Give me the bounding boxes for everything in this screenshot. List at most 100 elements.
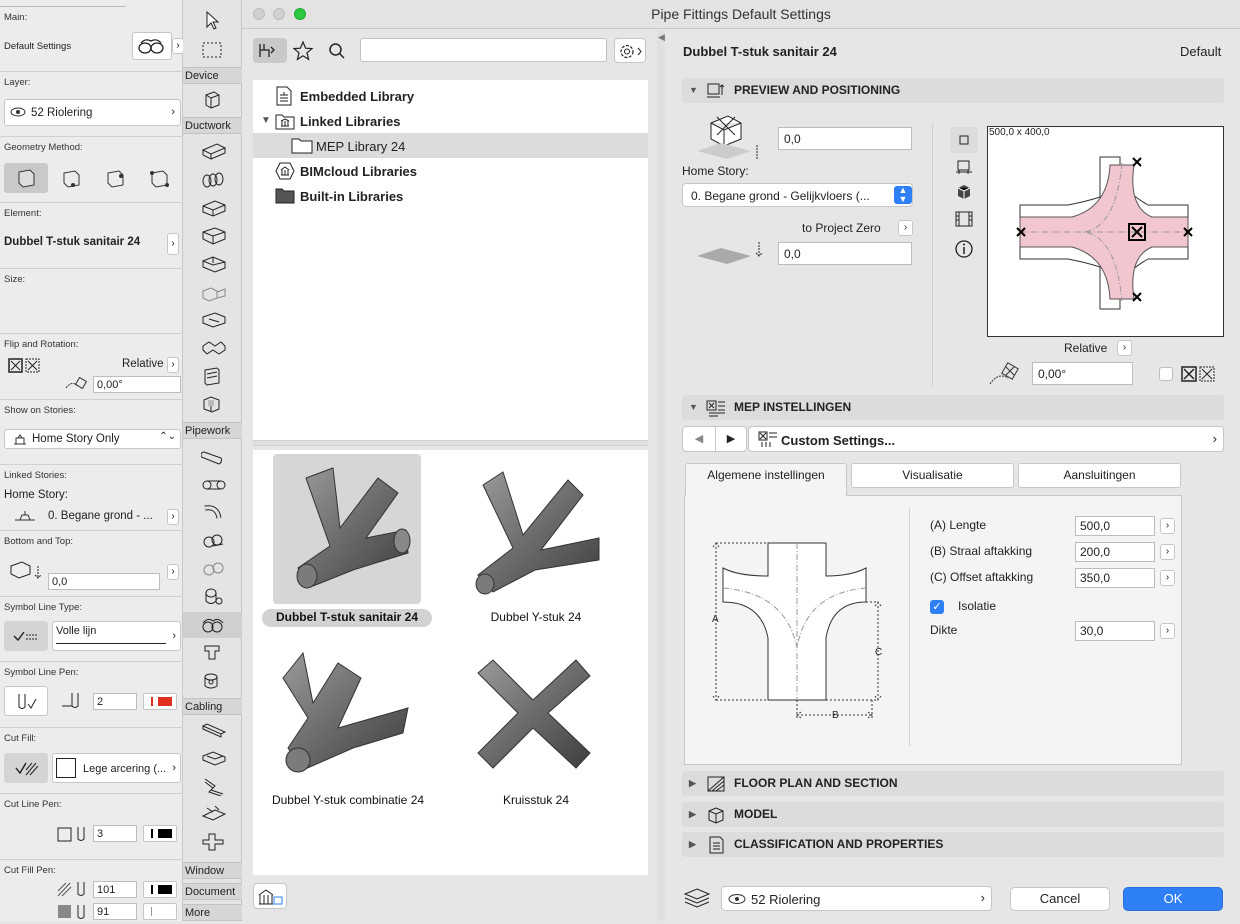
- geometry-method-1-button[interactable]: [4, 163, 48, 193]
- duct-fitting-icon[interactable]: [201, 394, 223, 414]
- param-chevron-offset[interactable]: ›: [1160, 570, 1175, 586]
- duct-flow-icon[interactable]: [201, 366, 223, 386]
- mirror-checkbox[interactable]: [1159, 367, 1173, 381]
- angle-field[interactable]: 0,00°: [1032, 362, 1133, 385]
- pen-color-swatch[interactable]: [143, 693, 177, 710]
- cut-fill-selector[interactable]: Lege arcering (... ›: [52, 753, 181, 783]
- cut-fill-pen-swatch[interactable]: [143, 881, 177, 898]
- section-preview-positioning[interactable]: ▼ PREVIEW AND POSITIONING: [682, 78, 1224, 103]
- bottom-top-chevron[interactable]: ›: [167, 564, 179, 580]
- tree-item-bimcloud-libraries[interactable]: BIMcloud Libraries: [253, 158, 648, 183]
- cut-fill-toggle[interactable]: [4, 753, 48, 783]
- bottom-elevation-field[interactable]: 0,0: [48, 573, 160, 590]
- geometry-method-2-button[interactable]: [60, 167, 84, 191]
- library-search-input[interactable]: [360, 38, 607, 62]
- toolbox-group-window[interactable]: Window: [183, 862, 242, 879]
- thumbnail-dubbel-y-stuk-combinatie[interactable]: [273, 648, 423, 788]
- cable-transition-icon[interactable]: [201, 776, 224, 797]
- duct-takeoff-icon[interactable]: [201, 283, 226, 303]
- marquee-tool-icon[interactable]: [201, 40, 223, 60]
- preview-list-button[interactable]: [954, 210, 974, 231]
- duct-transition-icon[interactable]: [201, 226, 226, 246]
- device-tool-icon[interactable]: [201, 90, 223, 110]
- tree-item-linked-libraries[interactable]: ▼ Linked Libraries: [253, 108, 648, 133]
- show-on-stories-select[interactable]: Home Story Only ⌃⌄: [4, 429, 181, 449]
- param-field-straal[interactable]: 200,0: [1075, 542, 1155, 562]
- isolatie-checkbox[interactable]: ✓: [930, 600, 944, 614]
- pen-override-toggle[interactable]: [4, 686, 48, 716]
- pane-splitter[interactable]: [253, 440, 648, 446]
- cut-line-pen-swatch[interactable]: [143, 825, 177, 842]
- arrow-tool-icon[interactable]: [201, 10, 223, 30]
- tab-aansluitingen[interactable]: Aansluitingen: [1018, 463, 1181, 488]
- cut-line-pen-field[interactable]: 3: [93, 825, 137, 842]
- cable-tray-icon[interactable]: [201, 720, 227, 740]
- library-folder-button[interactable]: [253, 38, 287, 63]
- tree-item-builtin-libraries[interactable]: Built-in Libraries: [253, 183, 648, 208]
- param-chevron-lengte[interactable]: ›: [1160, 518, 1175, 534]
- toolbox-group-more[interactable]: More: [183, 904, 242, 921]
- load-library-button[interactable]: [253, 883, 287, 909]
- mirror-buttons[interactable]: [1181, 366, 1219, 385]
- element-chevron[interactable]: ›: [167, 233, 179, 255]
- pipe-flexible-icon[interactable]: [201, 474, 226, 494]
- toolbox-group-device[interactable]: Device: [183, 67, 242, 84]
- favorites-star-icon[interactable]: [292, 40, 314, 64]
- footer-layer-selector[interactable]: 52 Riolering ›: [721, 886, 992, 911]
- ok-button[interactable]: OK: [1123, 887, 1223, 911]
- geometry-method-4-button[interactable]: [148, 167, 172, 191]
- duct-terminal-icon[interactable]: [201, 310, 226, 330]
- toolbox-group-pipework[interactable]: Pipework: [183, 422, 242, 439]
- param-field-offset[interactable]: 350,0: [1075, 568, 1155, 588]
- tree-item-mep-library[interactable]: MEP Library 24: [253, 133, 648, 158]
- section-mep-instellingen[interactable]: ▼ MEP INSTELLINGEN: [682, 395, 1224, 420]
- pipe-equipment-icon[interactable]: [201, 671, 223, 691]
- background-pen-swatch[interactable]: [143, 903, 177, 920]
- symbol-pen-field[interactable]: 2: [93, 693, 137, 710]
- background-pen-field[interactable]: 91: [93, 903, 137, 920]
- toolbox-group-document[interactable]: Document: [183, 883, 242, 900]
- thumbnail-kruisstuk[interactable]: [468, 648, 608, 788]
- info-button[interactable]: [954, 239, 974, 262]
- cable-cross-icon[interactable]: [201, 832, 224, 852]
- rotation-field[interactable]: 0,00°: [93, 376, 181, 393]
- pipe-takeoff-icon[interactable]: [201, 586, 223, 606]
- default-settings-button[interactable]: [132, 32, 172, 60]
- param-field-dikte[interactable]: 30,0: [1075, 621, 1155, 641]
- param-field-lengte[interactable]: 500,0: [1075, 516, 1155, 536]
- section-classification[interactable]: ▶ CLASSIFICATION AND PROPERTIES: [682, 832, 1224, 857]
- relative-chevron[interactable]: ›: [167, 357, 179, 373]
- thumbnail-dubbel-t-stuk[interactable]: [278, 458, 418, 598]
- tree-item-embedded-library[interactable]: Embedded Library: [253, 83, 648, 108]
- param-chevron-dikte[interactable]: ›: [1160, 623, 1175, 639]
- custom-settings-page-selector[interactable]: Custom Settings... ›: [748, 426, 1224, 452]
- layer-selector[interactable]: 52 Riolering ›: [4, 99, 181, 126]
- preview-3d-button[interactable]: [954, 183, 974, 204]
- pipe-bend-icon[interactable]: [201, 502, 223, 522]
- section-model[interactable]: ▶ MODEL: [682, 802, 1224, 827]
- toolbox-group-cabling[interactable]: Cabling: [183, 698, 242, 715]
- geometry-method-3-button[interactable]: [104, 167, 128, 191]
- duct-equipment-icon[interactable]: [201, 338, 226, 358]
- previous-page-button[interactable]: ◀: [682, 426, 716, 452]
- library-settings-button[interactable]: [614, 38, 646, 63]
- home-story-select[interactable]: 0. Begane grond - Gelijkvloers (... ▲ ▼: [682, 183, 913, 207]
- pipe-terminal-icon[interactable]: [201, 643, 223, 663]
- duct-flexible-icon[interactable]: [201, 170, 224, 190]
- thumbnail-dubbel-y-stuk[interactable]: [453, 460, 603, 600]
- duct-bend-icon[interactable]: [201, 198, 226, 218]
- duct-straight-icon[interactable]: [201, 142, 227, 162]
- search-icon[interactable]: [328, 42, 346, 63]
- bottom-offset-field[interactable]: 0,0: [778, 242, 912, 265]
- tab-algemene-instellingen[interactable]: Algemene instellingen: [685, 463, 847, 496]
- toolbox-group-ductwork[interactable]: Ductwork: [183, 117, 242, 134]
- pipe-transition-icon[interactable]: [201, 530, 224, 550]
- cancel-button[interactable]: Cancel: [1010, 887, 1110, 911]
- cut-fill-pen-field[interactable]: 101: [93, 881, 137, 898]
- cable-bend-icon[interactable]: [201, 748, 226, 768]
- line-type-selector[interactable]: Volle lijn ›: [52, 621, 181, 651]
- pipe-fitting-tool-selected[interactable]: [183, 612, 242, 638]
- top-offset-field[interactable]: 0,0: [778, 127, 912, 150]
- cable-branch-icon[interactable]: [201, 804, 227, 824]
- tab-visualisatie[interactable]: Visualisatie: [851, 463, 1014, 488]
